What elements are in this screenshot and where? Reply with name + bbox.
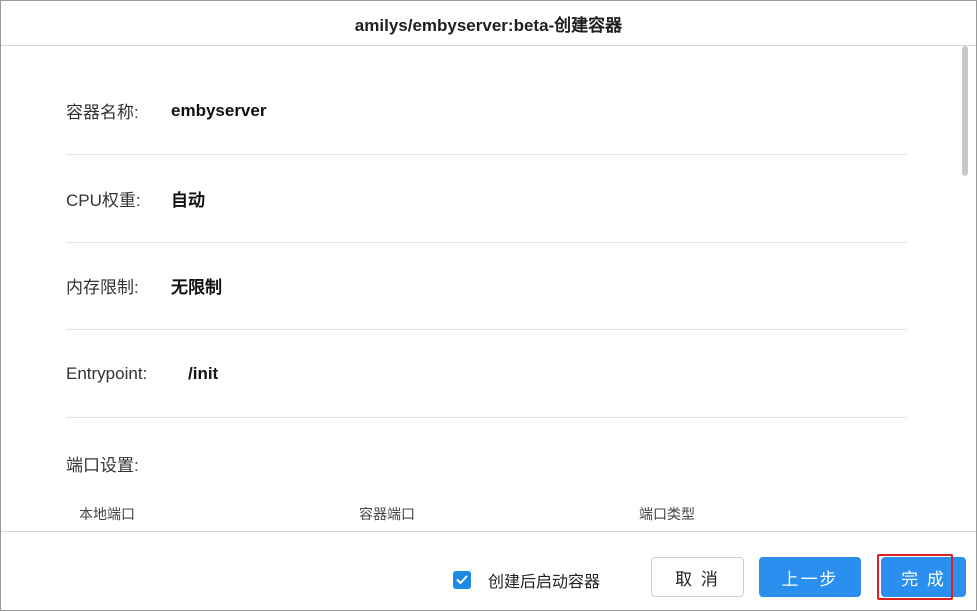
previous-step-button[interactable]: 上一步 (759, 557, 861, 597)
port-type-column-header: 端口类型 (639, 506, 695, 522)
container-name-value: embyserver (171, 100, 267, 120)
scrollbar[interactable] (962, 46, 972, 530)
cancel-button[interactable]: 取 消 (651, 557, 744, 597)
memory-limit-value: 无限制 (171, 278, 222, 297)
container-name-row: 容器名称: embyserver (66, 67, 907, 155)
start-after-create-checkbox[interactable] (453, 571, 471, 589)
container-name-label: 容器名称: (66, 103, 139, 122)
cpu-weight-row: CPU权重: 自动 (66, 155, 907, 243)
start-after-create-label: 创建后启动容器 (488, 574, 601, 591)
check-icon (456, 575, 468, 584)
finish-button-highlight (877, 554, 953, 600)
dialog-title: amilys/embyserver:beta-创建容器 (1, 1, 976, 46)
scrollbar-thumb[interactable] (962, 46, 968, 176)
entrypoint-value: /init (188, 363, 219, 383)
container-port-column-header: 容器端口 (359, 506, 415, 522)
create-container-dialog: amilys/embyserver:beta-创建容器 容器名称: embyse… (0, 0, 977, 611)
entrypoint-label: Entrypoint: (66, 363, 148, 383)
port-settings-label: 端口设置: (66, 456, 139, 475)
memory-limit-row: 内存限制: 无限制 (66, 242, 907, 330)
start-after-create-option[interactable]: 创建后启动容器 (453, 568, 600, 592)
local-port-column-header: 本地端口 (79, 506, 135, 522)
dialog-footer: 创建后启动容器 取 消 上一步 完 成 (1, 531, 976, 611)
dialog-content: 容器名称: embyserver CPU权重: 自动 内存限制: 无限制 Ent… (1, 46, 976, 530)
cpu-weight-value: 自动 (171, 191, 205, 210)
cpu-weight-label: CPU权重: (66, 191, 141, 210)
memory-limit-label: 内存限制: (66, 278, 139, 297)
entrypoint-row: Entrypoint: /init (66, 330, 907, 418)
